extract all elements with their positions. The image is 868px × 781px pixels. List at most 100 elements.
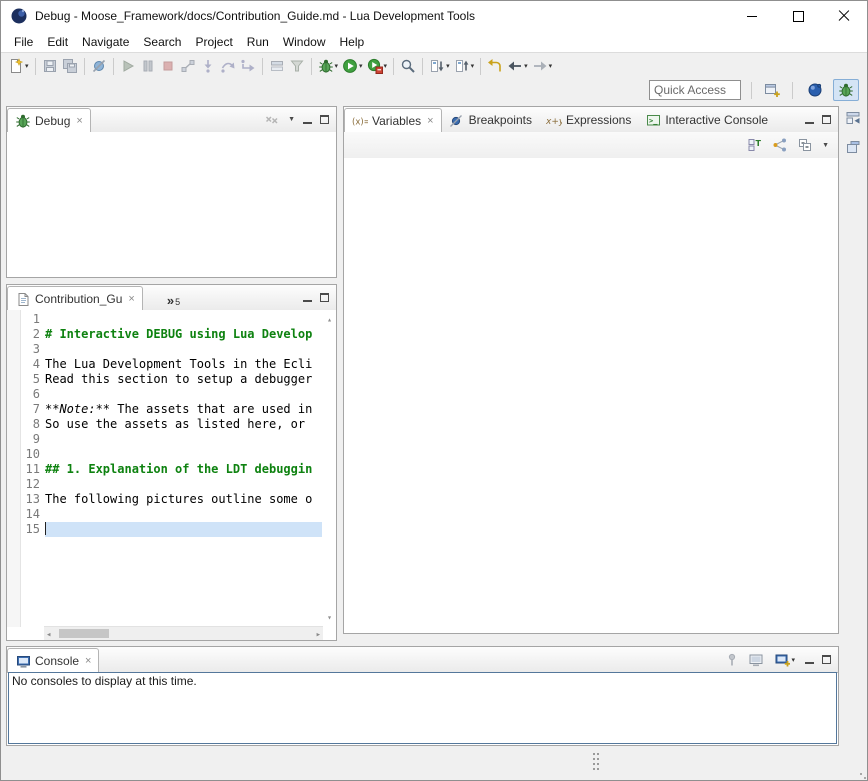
restore-minimized-view-button[interactable] bbox=[843, 108, 863, 128]
code-segment: The Lua Development Tools in the Ecli bbox=[45, 357, 312, 371]
scroll-left-icon[interactable]: ◂ bbox=[46, 628, 51, 643]
search-button[interactable] bbox=[398, 55, 418, 77]
sash-handle[interactable] bbox=[593, 753, 595, 755]
view-menu-button[interactable]: ▼ bbox=[288, 116, 295, 123]
line-number: 5 bbox=[21, 372, 43, 387]
menu-file[interactable]: File bbox=[7, 33, 40, 51]
variables-view: (x)=Variables×Breakpointsx+yExpressions>… bbox=[343, 106, 839, 634]
toolbar-separator bbox=[751, 82, 752, 99]
minimize-view-button[interactable] bbox=[303, 294, 312, 302]
back-button[interactable]: ▾ bbox=[505, 55, 530, 77]
debug-perspective-button[interactable] bbox=[833, 79, 859, 101]
tab-label: Interactive Console bbox=[665, 113, 768, 127]
menu-window[interactable]: Window bbox=[276, 33, 333, 51]
dropdown-arrow-icon: ▾ bbox=[549, 62, 553, 70]
menu-edit[interactable]: Edit bbox=[40, 33, 75, 51]
quick-access-input[interactable]: Quick Access bbox=[649, 80, 741, 100]
tab-label: Contribution_Gu bbox=[35, 292, 122, 306]
last-edit-location-button[interactable] bbox=[485, 55, 505, 77]
tab-contribution-guide[interactable]: Contribution_Gu × bbox=[7, 286, 143, 311]
dropdown-arrow-icon[interactable]: ▾ bbox=[791, 656, 795, 664]
maximize-view-button[interactable] bbox=[320, 293, 329, 302]
next-annotation-button[interactable]: ▾ bbox=[427, 55, 452, 77]
menu-help[interactable]: Help bbox=[333, 33, 372, 51]
line-number: 4 bbox=[21, 357, 43, 372]
dropdown-arrow-icon[interactable]: ▾ bbox=[471, 62, 475, 70]
drop-to-frame-icon bbox=[269, 58, 285, 74]
collapse-all-button[interactable] bbox=[797, 137, 813, 153]
minimize-view-button[interactable] bbox=[805, 656, 814, 664]
dropdown-arrow-icon[interactable]: ▾ bbox=[25, 62, 29, 70]
tab-label: Variables bbox=[372, 114, 421, 128]
minimize-view-button[interactable] bbox=[303, 116, 312, 124]
tab-breakpoints[interactable]: Breakpoints bbox=[442, 108, 539, 132]
editor-line-7: **Note:** The assets that are used in bbox=[45, 402, 322, 417]
menu-search[interactable]: Search bbox=[136, 33, 188, 51]
menu-run[interactable]: Run bbox=[240, 33, 276, 51]
tab-variables[interactable]: (x)=Variables× bbox=[344, 108, 442, 133]
close-tab-icon[interactable]: × bbox=[85, 655, 91, 667]
vertical-scrollbar[interactable]: ▴ ▾ bbox=[323, 310, 336, 627]
new-document-icon bbox=[8, 58, 24, 74]
scrollbar-thumb[interactable] bbox=[59, 629, 109, 638]
close-tab-icon[interactable]: × bbox=[427, 115, 433, 127]
maximize-view-button[interactable] bbox=[822, 115, 831, 124]
minimize-icon bbox=[747, 16, 757, 17]
maximize-view-button[interactable] bbox=[822, 655, 831, 664]
editor-code-area[interactable]: # Interactive DEBUG using Lua DevelopThe… bbox=[45, 312, 322, 627]
maximize-view-button[interactable] bbox=[320, 115, 329, 124]
step-return-icon bbox=[240, 58, 256, 74]
editor-tab-overflow-button[interactable]: » 5 bbox=[161, 294, 186, 310]
debug-view-toolbar: ▼ bbox=[264, 107, 336, 132]
step-over-icon bbox=[220, 58, 236, 74]
dropdown-arrow-icon[interactable]: ▾ bbox=[359, 62, 363, 70]
annotation-ruler[interactable] bbox=[7, 310, 21, 627]
close-tab-icon[interactable]: × bbox=[128, 293, 134, 305]
tab-console[interactable]: Console × bbox=[7, 648, 99, 673]
line-number: 2 bbox=[21, 327, 43, 342]
tab-interactive-console[interactable]: >_Interactive Console bbox=[638, 108, 775, 132]
maximize-button[interactable] bbox=[775, 1, 821, 31]
menu-navigate[interactable]: Navigate bbox=[75, 33, 136, 51]
view-menu-button[interactable]: ▼ bbox=[822, 142, 829, 149]
minimized-view-button[interactable] bbox=[843, 137, 863, 157]
restore-view-icon bbox=[845, 110, 861, 126]
external-tools-button[interactable]: ▾ bbox=[365, 55, 390, 77]
dropdown-arrow-icon[interactable]: ▾ bbox=[384, 62, 388, 70]
run-button[interactable]: ▾ bbox=[340, 55, 365, 77]
ldt-perspective-button[interactable] bbox=[803, 80, 827, 100]
dropdown-arrow-icon[interactable]: ▾ bbox=[446, 62, 450, 70]
resize-grip[interactable] bbox=[860, 773, 862, 775]
minimize-view-button[interactable] bbox=[805, 116, 814, 124]
minimize-button[interactable] bbox=[729, 1, 775, 31]
tab-debug[interactable]: Debug × bbox=[7, 108, 91, 133]
close-button[interactable] bbox=[821, 1, 867, 31]
scroll-down-icon[interactable]: ▾ bbox=[323, 610, 336, 625]
dropdown-arrow-icon[interactable]: ▾ bbox=[524, 62, 528, 70]
display-selected-console-button[interactable] bbox=[748, 652, 764, 668]
menu-project[interactable]: Project bbox=[188, 33, 239, 51]
skip-all-breakpoints-button[interactable] bbox=[89, 55, 109, 77]
dropdown-arrow-icon[interactable]: ▾ bbox=[335, 62, 339, 70]
code-segment: **Note:** bbox=[45, 402, 110, 416]
editor-text-area[interactable]: 123456789101112131415 # Interactive DEBU… bbox=[7, 310, 336, 640]
previous-annotation-button[interactable]: ▾ bbox=[452, 55, 477, 77]
tab-label: Breakpoints bbox=[469, 113, 532, 127]
suspend-button bbox=[138, 55, 158, 77]
close-tab-icon[interactable]: × bbox=[76, 115, 82, 127]
horizontal-scrollbar[interactable]: ◂ ▸ bbox=[44, 626, 323, 640]
line-number-ruler[interactable]: 123456789101112131415 bbox=[21, 312, 43, 627]
editor-line-13: The following pictures outline some o bbox=[45, 492, 322, 507]
open-perspective-button[interactable] bbox=[762, 79, 782, 101]
show-type-names-button[interactable]: T bbox=[747, 137, 763, 153]
new-wizard-button[interactable]: ▾ bbox=[6, 55, 31, 77]
breakpoints-icon bbox=[449, 112, 465, 128]
scroll-up-icon[interactable]: ▴ bbox=[323, 312, 336, 327]
editor-line-6 bbox=[45, 387, 322, 402]
open-console-button[interactable]: ▾ bbox=[772, 649, 797, 671]
tab-expressions[interactable]: x+yExpressions bbox=[539, 108, 638, 132]
main-toolbar: ▾ ▾ ▾ ▾ ▾ ▾ ▾ ▾ bbox=[1, 52, 867, 79]
show-logical-structures-button[interactable] bbox=[772, 137, 788, 153]
scroll-right-icon[interactable]: ▸ bbox=[316, 628, 321, 643]
debug-button[interactable]: ▾ bbox=[316, 55, 341, 77]
